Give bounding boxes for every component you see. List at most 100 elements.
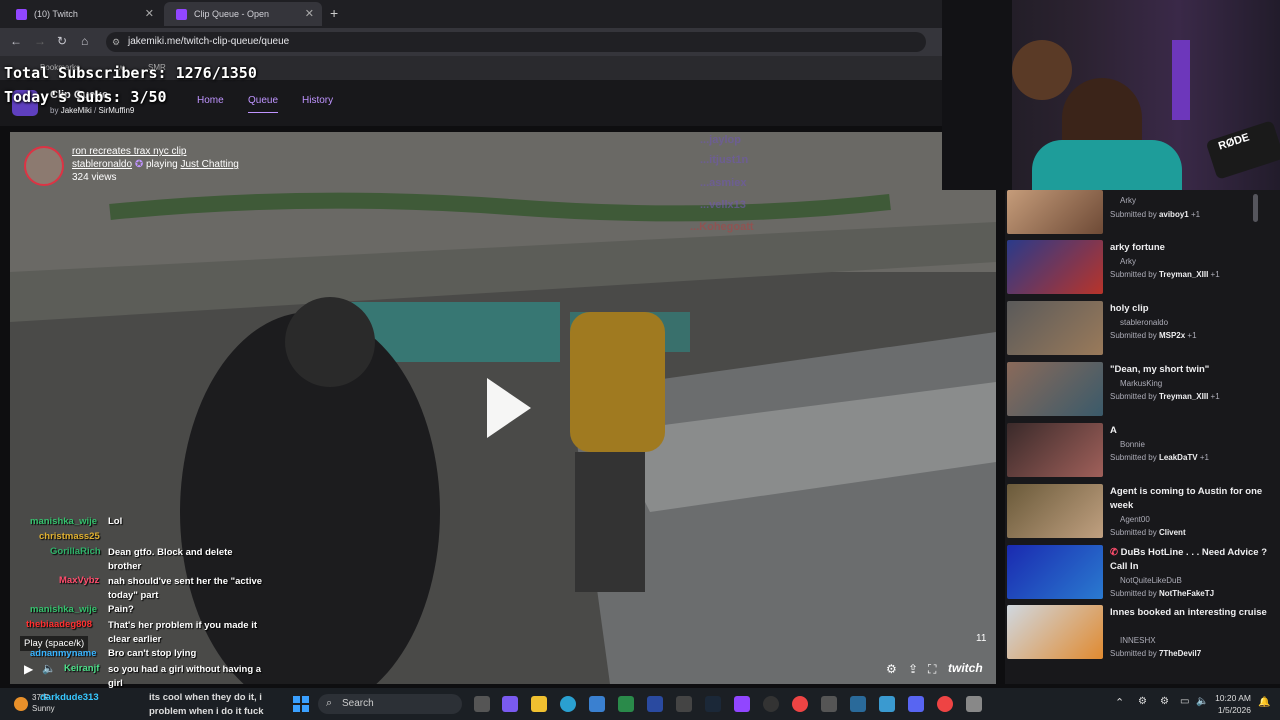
chat-message: nah should've sent her the "active today… [108, 576, 263, 601]
discord-icon[interactable] [908, 696, 924, 712]
app-icon[interactable] [647, 696, 663, 712]
nav-history[interactable]: History [302, 95, 333, 106]
store-icon[interactable] [589, 696, 605, 712]
close-tab-icon[interactable]: ✕ [145, 2, 154, 26]
queue-thumbnail[interactable] [1007, 301, 1103, 355]
new-tab-button[interactable]: + [330, 5, 338, 21]
chat-message: Bro can't stop lying [108, 648, 197, 659]
nav-queue[interactable]: Queue [248, 95, 279, 113]
queue-item[interactable]: Agent is coming to Austin for one week A… [1007, 484, 1267, 540]
chat-message: That's her problem if you made it clear … [108, 620, 258, 645]
edge-icon[interactable] [560, 696, 576, 712]
photos-icon[interactable] [879, 696, 895, 712]
queue-item[interactable]: ✆ DuBs HotLine . . . Need Advice ? Call … [1007, 545, 1267, 601]
queue-item[interactable]: holy clip stableronaldo Submitted by MSP… [1007, 301, 1267, 357]
tab-twitch[interactable]: (10) Twitch ✕ [4, 2, 162, 26]
submitted-label: Submitted by [1110, 649, 1157, 658]
queue-thumbnail[interactable] [1007, 545, 1103, 599]
queue-item[interactable]: A Bonnie Submitted by LeakDaTV +1 [1007, 423, 1267, 479]
share-icon[interactable]: ⇪ [908, 662, 918, 676]
app-icon[interactable] [821, 696, 837, 712]
queue-submitter: Submitted by 7TheDevil7 [1110, 649, 1201, 658]
author-link-sirmuffin[interactable]: SirMuffin9 [98, 106, 134, 115]
clip-queue-favicon-icon [176, 9, 187, 20]
submitted-label: Submitted by [1110, 392, 1157, 401]
file-explorer-icon[interactable] [531, 696, 547, 712]
clock-date[interactable]: 1/5/2026 [1213, 705, 1251, 715]
notification-bell-icon[interactable]: 🔔 [1258, 697, 1270, 708]
video-name-4: ...vellx13 [700, 199, 746, 211]
queue-item[interactable]: Arky Submitted by aviboy1 +1 [1007, 190, 1267, 246]
submitter-name: LeakDaTV [1158, 453, 1198, 462]
queue-item[interactable]: arky fortune Arky Submitted by Treyman_X… [1007, 240, 1267, 296]
app-credits: by JakeMiki / SirMuffin9 [50, 106, 135, 115]
network-icon[interactable]: ▭ [1180, 696, 1189, 707]
close-tab-icon[interactable]: ✕ [305, 2, 314, 26]
queue-item[interactable]: Innes booked an interesting cruise INNES… [1007, 605, 1267, 661]
address-bar-row: ← → ↻ ⌂ ⚙ jakemiki.me/twitch-clip-queue/… [0, 28, 942, 56]
queue-thumbnail[interactable] [1007, 484, 1103, 538]
twitch-brand-logo[interactable]: twitch [948, 661, 983, 675]
queue-thumbnail[interactable] [1007, 605, 1103, 659]
clock-time[interactable]: 10:20 AM [1213, 693, 1251, 703]
submitter-extra: +1 [1210, 270, 1220, 279]
queue-thumbnail[interactable] [1007, 190, 1103, 234]
queue-item[interactable]: "Dean, my short twin" MarkusKing Submitt… [1007, 362, 1267, 418]
forward-arrow-icon[interactable]: → [34, 34, 46, 48]
back-arrow-icon[interactable]: ← [10, 34, 22, 48]
chrome-icon[interactable] [937, 696, 953, 712]
queue-thumbnail[interactable] [1007, 240, 1103, 294]
task-view-icon[interactable] [474, 696, 490, 712]
site-info-icon[interactable]: ⚙ [112, 32, 120, 52]
home-icon[interactable]: ⌂ [81, 34, 88, 48]
url-input[interactable]: ⚙ jakemiki.me/twitch-clip-queue/queue [106, 32, 926, 52]
tray-icon[interactable]: ⚙ [1138, 696, 1147, 707]
steam-icon[interactable] [705, 696, 721, 712]
windows-start-icon[interactable] [293, 696, 309, 712]
copilot-icon[interactable] [502, 696, 518, 712]
obs-icon[interactable] [763, 696, 779, 712]
queue-submitter: Submitted by Clivent [1110, 528, 1186, 537]
queue-thumbnail[interactable] [1007, 362, 1103, 416]
speaker-icon[interactable]: 🔈 [1196, 696, 1208, 707]
queue-thumbnail[interactable] [1007, 423, 1103, 477]
settings-gear-icon[interactable]: ⚙ [886, 662, 897, 676]
author-link-jakemiki[interactable]: JakeMiki [61, 106, 92, 115]
chat-message: Dean gtfo. Block and delete brother [108, 547, 233, 572]
ticker-line-2: problem when i do it fuck [149, 706, 264, 717]
taskbar-search-box[interactable]: ⌕ Search [318, 694, 462, 714]
queue-channel: Arky [1120, 257, 1136, 266]
clip-views: 324 views [72, 172, 117, 183]
nav-home[interactable]: Home [197, 95, 224, 106]
chrome-icon[interactable] [792, 696, 808, 712]
queue-channel: NotQuiteLikeDuB [1120, 576, 1182, 585]
windows-taskbar: 37°F Sunny darkdude313 its cool when the… [0, 688, 1280, 720]
channel-avatar[interactable] [24, 146, 64, 186]
queue-submitter: Submitted by Treyman_XIII +1 [1110, 392, 1220, 401]
queue-title: Agent is coming to Austin for one week [1110, 486, 1263, 511]
queue-channel: Arky [1120, 196, 1136, 205]
settings-icon[interactable] [966, 696, 982, 712]
clip-game-link[interactable]: Just Chatting [180, 159, 238, 170]
clip-title-link[interactable]: ron recreates trax nyc clip [72, 146, 187, 157]
play-control-icon[interactable]: ▶ [24, 662, 33, 676]
reload-icon[interactable]: ↻ [57, 34, 67, 48]
twitch-icon[interactable] [734, 696, 750, 712]
submitted-label: Submitted by [1110, 331, 1157, 340]
weather-icon[interactable] [14, 697, 28, 711]
queue-channel: Bonnie [1120, 440, 1145, 449]
app-icon[interactable] [850, 696, 866, 712]
xbox-icon[interactable] [618, 696, 634, 712]
fullscreen-icon[interactable]: ⛶ [928, 662, 936, 677]
tray-chevron-icon[interactable]: ⌃ [1115, 696, 1124, 709]
tab-clip-queue[interactable]: Clip Queue - Open ✕ [164, 2, 322, 26]
url-text: jakemiki.me/twitch-clip-queue/queue [128, 36, 290, 47]
search-icon: ⌕ [326, 697, 333, 709]
play-button-icon[interactable] [487, 378, 531, 438]
ccleaner-icon[interactable] [676, 696, 692, 712]
queue-title: "Dean, my short twin" [1110, 364, 1210, 375]
volume-icon[interactable]: 🔈 [42, 662, 56, 675]
clip-channel-link[interactable]: stableronaldo [72, 159, 132, 170]
submitter-extra: +1 [1199, 453, 1209, 462]
tray-icon[interactable]: ⚙ [1160, 696, 1169, 707]
